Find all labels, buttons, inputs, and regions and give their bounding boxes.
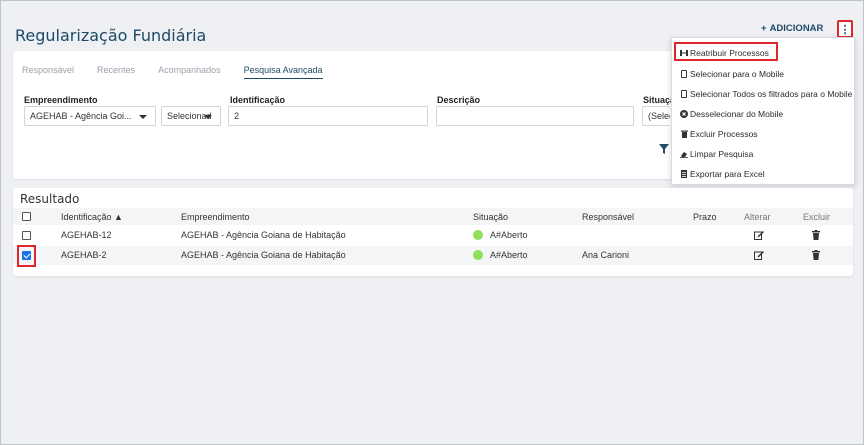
- descricao-label: Descrição: [437, 95, 481, 105]
- empreendimento-mode-select[interactable]: Selecionad: [161, 106, 221, 126]
- tab-acompanhados[interactable]: Acompanhados: [158, 65, 221, 79]
- menu-item-label: Excluir Processos: [690, 129, 758, 139]
- menu-item-label: Limpar Pesquisa: [690, 149, 754, 159]
- mobile-icon: [680, 90, 688, 98]
- table-header: Identificação ▲ Empreendimento Situação …: [13, 208, 853, 225]
- table-row[interactable]: AGEHAB-2 AGEHAB - Agência Goiana de Habi…: [13, 246, 853, 265]
- plus-icon: +: [761, 23, 767, 34]
- checkbox-highlight: [17, 245, 36, 267]
- trash-icon[interactable]: [811, 230, 821, 240]
- identificacao-input[interactable]: 2: [228, 106, 428, 126]
- tab-responsavel[interactable]: Responsável: [22, 65, 74, 79]
- add-button[interactable]: + ADICIONAR: [761, 23, 823, 34]
- app-frame: Regularização Fundiária + ADICIONAR ⋮ Res…: [0, 0, 864, 445]
- row-identificacao: AGEHAB-2: [61, 250, 107, 260]
- menu-item-label: Selecionar Todos os filtrados para o Mob…: [690, 89, 853, 99]
- trash-icon[interactable]: [811, 250, 821, 260]
- status-open-icon: [473, 230, 483, 240]
- col-situacao[interactable]: Situação: [473, 212, 508, 222]
- edit-icon[interactable]: [754, 230, 764, 240]
- menu-item-label: Desselecionar do Mobile: [690, 109, 784, 119]
- mobile-icon: [680, 70, 688, 78]
- status-open-icon: [473, 250, 483, 260]
- menu-item-desselecionar-mobile[interactable]: Desselecionar do Mobile: [680, 107, 783, 121]
- excel-file-icon: [680, 170, 688, 178]
- descricao-input[interactable]: [436, 106, 634, 126]
- page-title: Regularização Fundiária: [15, 26, 207, 45]
- col-prazo[interactable]: Prazo: [693, 212, 717, 222]
- identificacao-label: Identificação: [230, 95, 286, 105]
- col-empreendimento[interactable]: Empreendimento: [181, 212, 250, 222]
- menu-item-selecionar-todos-mobile[interactable]: Selecionar Todos os filtrados para o Mob…: [680, 87, 852, 101]
- col-excluir: Excluir: [803, 212, 831, 222]
- add-button-label: ADICIONAR: [769, 23, 824, 34]
- results-panel: Resultado Identificação ▲ Empreendimento…: [13, 188, 853, 276]
- row-responsavel: Ana Carioni: [582, 250, 630, 260]
- kebab-icon: ⋮: [839, 23, 851, 36]
- results-title: Resultado: [20, 192, 80, 206]
- trash-icon: [680, 130, 688, 138]
- empreendimento-label: Empreendimento: [24, 95, 98, 105]
- col-identificacao[interactable]: Identificação ▲: [61, 212, 123, 222]
- edit-icon[interactable]: [754, 250, 764, 260]
- menu-item-label: Reatribuir Processos: [690, 48, 769, 58]
- tab-pesquisa-avancada[interactable]: Pesquisa Avançada: [243, 65, 323, 79]
- col-alterar: Alterar: [744, 212, 771, 222]
- more-options-button[interactable]: ⋮: [837, 20, 853, 38]
- select-all-checkbox[interactable]: [22, 212, 31, 221]
- col-responsavel[interactable]: Responsável: [582, 212, 634, 222]
- reassign-icon: [680, 49, 688, 57]
- row-situacao: A#Aberto: [490, 230, 528, 240]
- actions-menu: Reatribuir Processos Selecionar para o M…: [671, 37, 855, 185]
- table-row[interactable]: AGEHAB-12 AGEHAB - Agência Goiana de Hab…: [13, 226, 853, 245]
- situacao-select[interactable]: (Selec: [642, 106, 670, 126]
- menu-item-label: Selecionar para o Mobile: [690, 69, 785, 79]
- menu-item-selecionar-mobile[interactable]: Selecionar para o Mobile: [680, 67, 784, 81]
- menu-item-limpar-pesquisa[interactable]: Limpar Pesquisa: [680, 147, 753, 161]
- menu-item-excluir-processos[interactable]: Excluir Processos: [680, 127, 758, 141]
- row-situacao: A#Aberto: [490, 250, 528, 260]
- row-empreendimento: AGEHAB - Agência Goiana de Habitação: [181, 250, 346, 260]
- search-tabs: Responsável Recentes Acompanhados Pesqui…: [22, 65, 346, 79]
- remove-circle-icon: [680, 110, 688, 118]
- eraser-icon: [680, 150, 688, 158]
- tab-recentes[interactable]: Recentes: [97, 65, 135, 79]
- row-empreendimento: AGEHAB - Agência Goiana de Habitação: [181, 230, 346, 240]
- empreendimento-select[interactable]: AGEHAB - Agência Goi...: [24, 106, 156, 126]
- row-checkbox[interactable]: [22, 231, 31, 240]
- row-identificacao: AGEHAB-12: [61, 230, 112, 240]
- menu-item-exportar-excel[interactable]: Exportar para Excel: [680, 167, 765, 181]
- menu-item-label: Exportar para Excel: [690, 169, 765, 179]
- filter-icon[interactable]: [659, 144, 669, 154]
- menu-item-reatribuir[interactable]: Reatribuir Processos: [680, 46, 769, 60]
